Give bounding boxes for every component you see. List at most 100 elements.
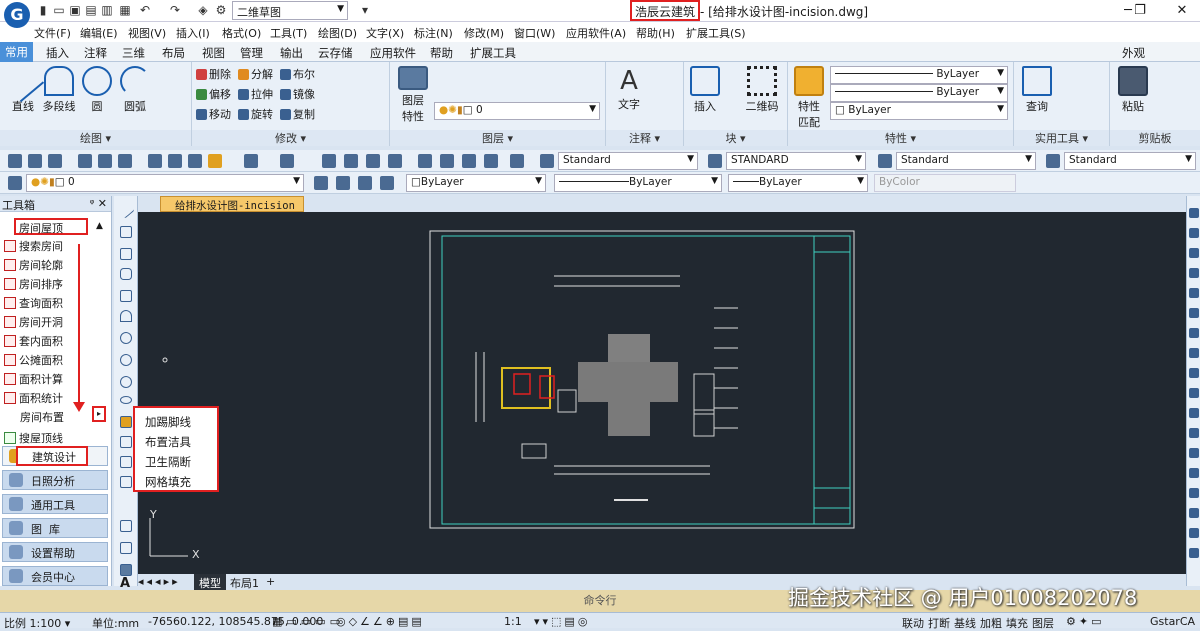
tab-view[interactable]: 视图 xyxy=(202,45,225,61)
rectangle-icon[interactable] xyxy=(120,290,132,302)
customize-icon[interactable]: ▾ xyxy=(358,3,372,17)
status-scale[interactable]: 比例 1:100 ▾ xyxy=(4,615,70,631)
toolbox-item-room-outline[interactable]: 房间轮廓 xyxy=(4,257,63,273)
menu-view[interactable]: 视图(V) xyxy=(128,25,166,41)
status-break[interactable]: 打断 xyxy=(928,615,950,631)
text-button[interactable]: A 文字 xyxy=(612,66,646,112)
status-layer[interactable]: 图层 xyxy=(1032,615,1054,631)
render-icon[interactable] xyxy=(1189,408,1199,418)
status-drafting-toggles[interactable]: ▦▭▭▭▭ xyxy=(272,615,344,628)
tab-manage[interactable]: 管理 xyxy=(240,45,263,61)
toolbox-item-search-room[interactable]: 搜索房间 xyxy=(4,238,63,254)
menu-dimension[interactable]: 标注(N) xyxy=(414,25,453,41)
status-tray-icons[interactable]: ⚙✦▭ xyxy=(1066,615,1104,628)
active-category-label[interactable]: 建筑设计 xyxy=(16,446,88,466)
menu-apps[interactable]: 应用软件(A) xyxy=(566,25,626,41)
status-link[interactable]: 联动 xyxy=(902,615,924,631)
insert-block-button[interactable]: 插入 xyxy=(688,66,722,114)
toolbox-item-query-area[interactable]: 查询面积 xyxy=(4,295,63,311)
tab-home[interactable]: 常用 xyxy=(0,42,33,63)
category-member-center[interactable]: 会员中心 xyxy=(2,566,108,586)
make-current-icon[interactable] xyxy=(314,176,328,190)
color-select-combo[interactable]: □ByLayer ▼ xyxy=(406,174,546,192)
tab-insert[interactable]: 插入 xyxy=(46,45,69,61)
layer-match-icon[interactable] xyxy=(380,176,394,190)
chevron-up-icon[interactable]: ▲ xyxy=(96,221,103,231)
menu-help[interactable]: 帮助(H) xyxy=(636,25,675,41)
tab-extensions[interactable]: 扩展工具 xyxy=(470,45,516,61)
print-icon[interactable]: ▦ xyxy=(118,3,132,17)
save-icon[interactable] xyxy=(48,154,62,168)
layer-select-combo[interactable]: ●✺▮□ 0 ▼ xyxy=(26,174,304,192)
layer-manager-icon[interactable] xyxy=(8,176,22,190)
steering-icon[interactable] xyxy=(1189,288,1199,298)
submenu-add-skirting[interactable]: 加踢脚线 xyxy=(145,414,191,430)
view-icon[interactable] xyxy=(1189,308,1199,318)
tab-layout[interactable]: 布局 xyxy=(162,45,185,61)
status-osnap-toggles[interactable]: ◎◇∠∠⊕▤▤ xyxy=(336,615,425,628)
toolbox-item-inner-area[interactable]: 套内面积 xyxy=(4,333,63,349)
pan-icon[interactable] xyxy=(1189,208,1199,218)
offset-button[interactable]: 偏移 xyxy=(196,88,231,101)
visual-style-icon[interactable] xyxy=(1189,488,1199,498)
menu-tools[interactable]: 工具(T) xyxy=(270,25,307,41)
category-library[interactable]: 图 库 xyxy=(2,518,108,538)
toolbox-item-room-order[interactable]: 房间排序 xyxy=(4,276,63,292)
publish-icon[interactable] xyxy=(118,154,132,168)
spline-icon[interactable] xyxy=(120,376,132,388)
tab-add-layout[interactable]: + xyxy=(266,575,275,588)
open-icon[interactable] xyxy=(28,154,42,168)
zoom-realtime-icon[interactable] xyxy=(344,154,358,168)
restore-icon[interactable]: ❐ xyxy=(1128,2,1152,20)
toolbox-category[interactable]: 房间屋顶 xyxy=(14,218,88,235)
new-icon[interactable] xyxy=(8,154,22,168)
layers-icon[interactable]: ◈ xyxy=(196,3,210,17)
category-general-tools[interactable]: 通用工具 xyxy=(2,494,108,514)
region-icon[interactable] xyxy=(120,542,132,554)
menu-modify[interactable]: 修改(M) xyxy=(464,25,504,41)
layer-combo[interactable]: ●✺▮□ 0 ▼ xyxy=(434,102,600,120)
toolbox-item-room-opening[interactable]: 房间开洞 xyxy=(4,314,63,330)
boolean-button[interactable]: 布尔 xyxy=(280,68,315,81)
stretch-button[interactable]: 拉伸 xyxy=(238,88,273,101)
submenu-toilet-partition[interactable]: 卫生隔断 xyxy=(145,454,191,470)
qrcode-button[interactable]: 二维码 xyxy=(742,66,782,114)
match-properties-button[interactable]: 特性 匹配 xyxy=(792,66,826,130)
redo-icon[interactable] xyxy=(280,154,294,168)
appearance-menu[interactable]: 外观 xyxy=(1122,45,1145,61)
help-icon[interactable] xyxy=(510,154,524,168)
close-icon[interactable]: ✕ xyxy=(1170,2,1194,20)
dim-style-combo[interactable]: STANDARD ▼ xyxy=(726,152,866,170)
section-icon[interactable] xyxy=(1189,508,1199,518)
named-view-icon[interactable] xyxy=(1189,328,1199,338)
text-style-combo[interactable]: Standard ▼ xyxy=(558,152,698,170)
menu-text[interactable]: 文字(X) xyxy=(366,25,404,41)
ellipse-icon[interactable] xyxy=(120,396,132,404)
status-annotation-scale[interactable]: 1:1 xyxy=(504,615,522,628)
workspace-select[interactable]: 二维草图 ▼ xyxy=(232,1,348,20)
toolbox-item-roof-line[interactable]: 搜屋顶线 xyxy=(4,430,63,446)
table-style-combo[interactable]: Standard ▼ xyxy=(896,152,1036,170)
tab-annotate[interactable]: 注释 xyxy=(84,45,107,61)
walk-icon[interactable] xyxy=(1189,368,1199,378)
query-button[interactable]: 查询 xyxy=(1020,66,1054,114)
mtext-icon[interactable]: A xyxy=(120,576,130,591)
polyline-tool-icon[interactable] xyxy=(120,248,132,260)
undo-icon[interactable] xyxy=(244,154,258,168)
publish-icon[interactable]: ▥ xyxy=(100,3,114,17)
light-icon[interactable] xyxy=(1189,448,1199,458)
drawing-canvas[interactable]: Y X xyxy=(138,212,1186,574)
arc-button[interactable]: 圆弧 xyxy=(118,66,152,114)
menu-file[interactable]: 文件(F) xyxy=(34,25,71,41)
lineweight-combo[interactable]: □ ByLayer ▼ xyxy=(830,102,1008,120)
tab-help[interactable]: 帮助 xyxy=(430,45,453,61)
color-combo[interactable]: ByLayer ▼ xyxy=(830,66,1008,84)
linetype-select-combo[interactable]: ByLayer ▼ xyxy=(554,174,722,192)
copy-icon[interactable] xyxy=(168,154,182,168)
print-icon[interactable] xyxy=(78,154,92,168)
world-icon[interactable] xyxy=(1189,548,1199,558)
mirror-button[interactable]: 镜像 xyxy=(280,88,315,101)
move-button[interactable]: 移动 xyxy=(196,108,231,121)
polyline-button[interactable]: 多段线 xyxy=(42,66,76,114)
paste-button[interactable]: 粘贴 xyxy=(1116,66,1150,114)
